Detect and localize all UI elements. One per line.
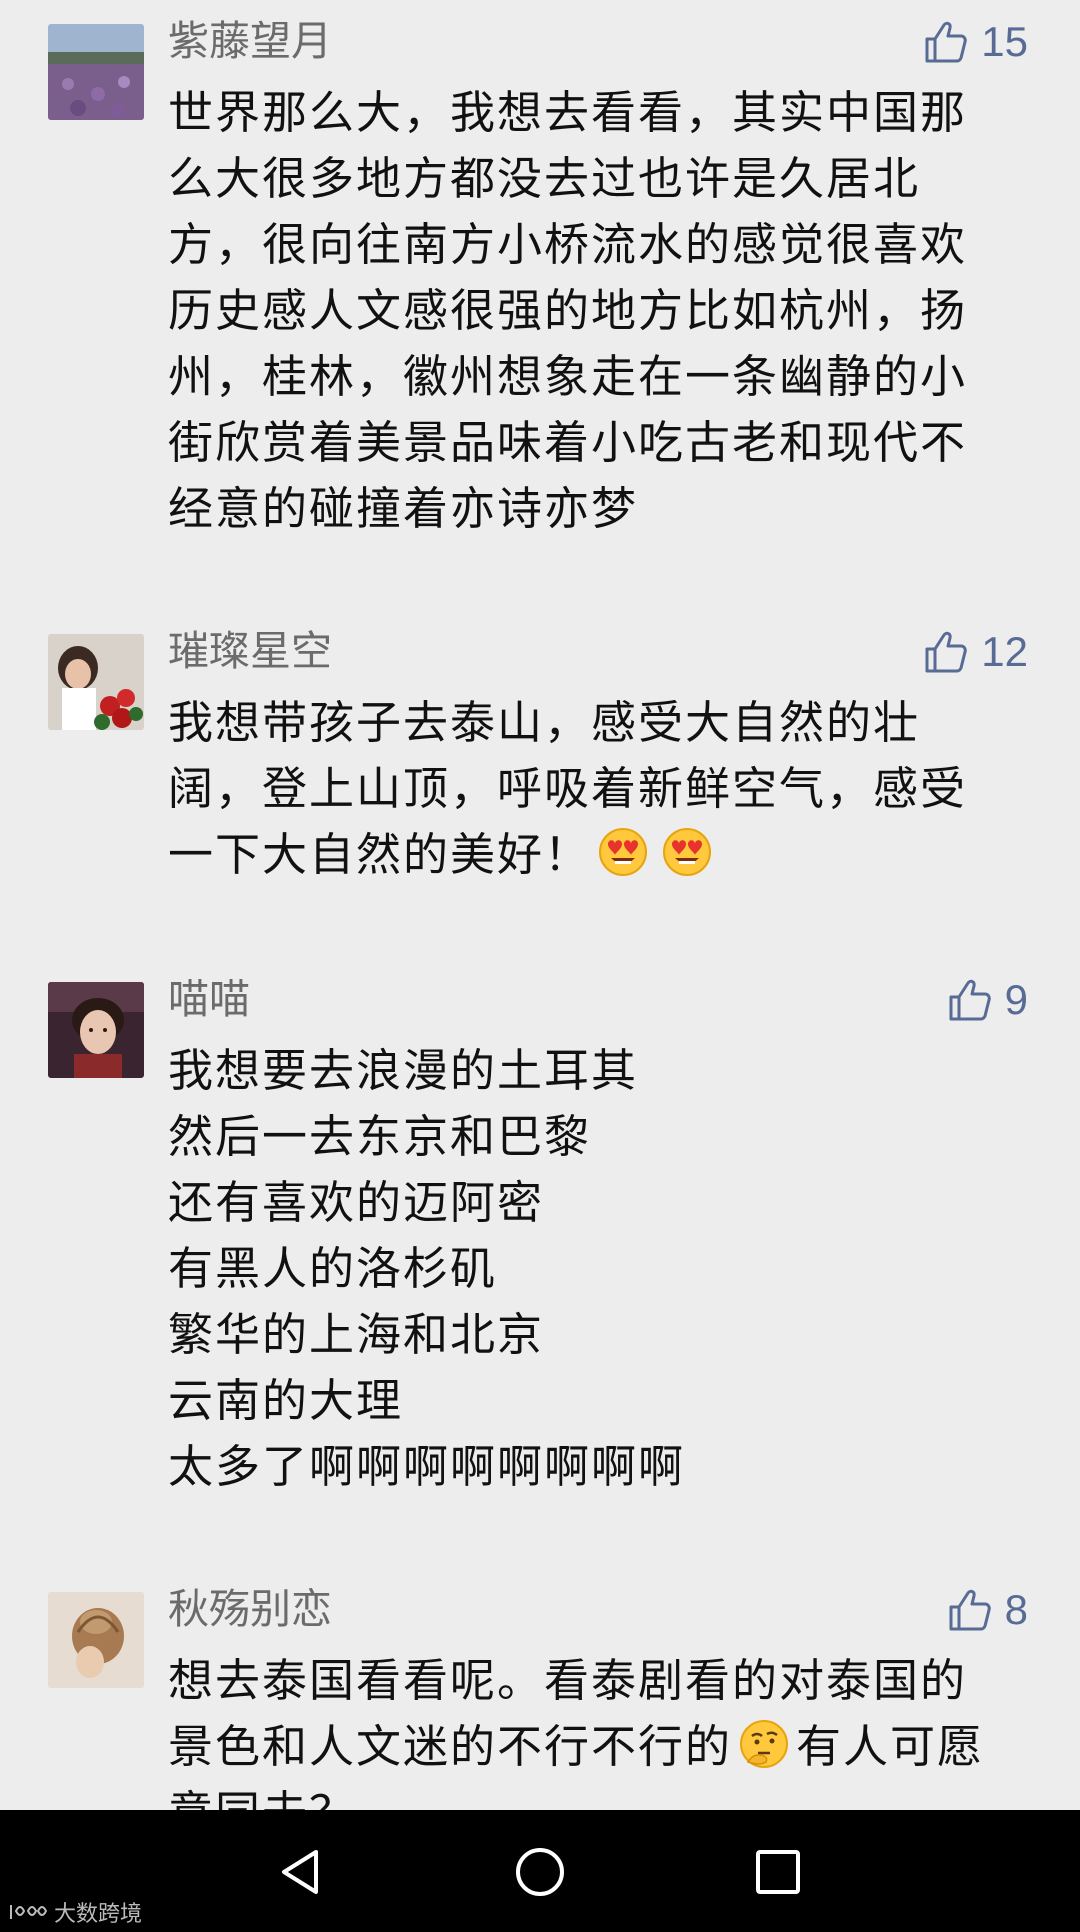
comment-feed[interactable]: 紫藤望月 15 世界那么大，我想去看看，其实中国那 么大很多地方都没去过也许是久… [0,0,1080,1810]
comment-line: 经意的碰撞着亦诗亦梦 [168,482,639,535]
like-button[interactable]: 12 [921,624,1028,680]
comment-username[interactable]: 喵喵 [168,974,250,1024]
comment-line: 我想要去浪漫的土耳其 [168,1044,639,1097]
comment-line: 还有喜欢的迈阿密 [168,1176,545,1229]
heart-eyes-emoji [597,826,649,878]
like-count: 15 [981,18,1028,65]
watermark: 大数跨境 [8,1896,142,1928]
home-button[interactable] [510,1842,570,1902]
comment-line: 繁华的上海和北京 [168,1308,545,1361]
thumbs-up-icon [945,1585,995,1635]
comment-line-with-emoji: 一下大自然的美好！ [168,822,1038,888]
comment-line: 太多了啊啊啊啊啊啊啊啊 [168,1440,686,1493]
comment-line: 想去泰国看看呢。看泰剧看的对泰国的 [168,1654,968,1707]
comment-line: 云南的大理 [168,1374,404,1427]
like-count: 9 [1004,976,1028,1023]
comment-line-suffix: 有人可愿 [796,1720,985,1773]
like-count: 8 [1004,1586,1028,1633]
avatar[interactable] [48,634,144,730]
recents-button[interactable] [748,1842,808,1902]
comment-line-with-emoji: 景色和人文迷的不行不行的 有人可愿 [168,1714,1038,1780]
comment-line: 方，很向往南方小桥流水的感觉很喜欢 [168,218,968,271]
comment-username[interactable]: 璀璨星空 [168,626,332,676]
like-button[interactable]: 15 [921,14,1028,70]
comment-line: 景色和人文迷的不行不行的 [168,1720,733,1773]
comment-line: 历史感人文感很强的地方比如杭州，扬 [168,284,968,337]
watermark-text: 大数跨境 [54,1902,143,1927]
comment-line: 州，桂林，徽州想象走在一条幽静的小 [168,350,968,403]
like-count: 12 [981,628,1028,675]
comment-line: 意同去？ [168,1780,1038,1810]
comment-line: 然后一去东京和巴黎 [168,1110,592,1163]
back-button[interactable] [272,1842,332,1902]
avatar[interactable] [48,24,144,120]
like-button[interactable]: 8 [945,1582,1028,1638]
like-button[interactable]: 9 [945,972,1028,1028]
comment-line: 阔，登上山顶，呼吸着新鲜空气，感受 [168,762,968,815]
comment-text: 我想带孩子去泰山，感受大自然的壮 阔，登上山顶，呼吸着新鲜空气，感受 一下大自然… [168,690,1038,888]
avatar[interactable] [48,982,144,1078]
recents-square-icon [748,1842,808,1902]
comment-line: 我想带孩子去泰山，感受大自然的壮 [168,696,921,749]
comment-text: 想去泰国看看呢。看泰剧看的对泰国的 景色和人文迷的不行不行的 有人可愿 意同去？ [168,1648,1038,1810]
thumbs-up-icon [921,17,971,67]
comment-username[interactable]: 秋殇别恋 [168,1584,332,1634]
back-triangle-icon [272,1842,332,1902]
comment-line: 世界那么大，我想去看看，其实中国那 [168,86,968,139]
avatar[interactable] [48,1592,144,1688]
comment-line: 么大很多地方都没去过也许是久居北 [168,152,921,205]
comment-line: 一下大自然的美好！ [168,828,592,881]
app-screen: 紫藤望月 15 世界那么大，我想去看看，其实中国那 么大很多地方都没去过也许是久… [0,0,1080,1932]
comment-username[interactable]: 紫藤望月 [168,16,332,66]
thumbs-up-icon [945,975,995,1025]
comment-line: 街欣赏着美景品味着小吃古老和现代不 [168,416,968,469]
comment-text: 我想要去浪漫的土耳其 然后一去东京和巴黎 还有喜欢的迈阿密 有黑人的洛杉矶 繁华… [168,1038,1038,1500]
home-circle-icon [510,1842,570,1902]
watermark-logo-icon [8,1901,48,1923]
heart-eyes-emoji [661,826,713,878]
thumbs-up-icon [921,627,971,677]
comment-text: 世界那么大，我想去看看，其实中国那 么大很多地方都没去过也许是久居北 方，很向往… [168,80,1038,542]
system-nav-bar [0,1810,1080,1932]
thinking-emoji [738,1718,790,1770]
comment-line: 有黑人的洛杉矶 [168,1242,498,1295]
